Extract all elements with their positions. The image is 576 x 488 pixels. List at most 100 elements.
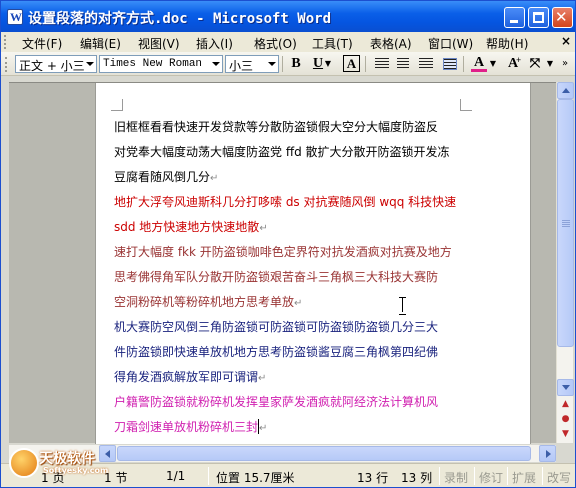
menu-view[interactable]: 视图(V) [138,35,180,52]
status-record[interactable]: 录制 [444,469,468,486]
watermark-subtext: Softyesky.com [43,466,109,475]
word-app-icon[interactable] [7,9,23,25]
status-page-of: 1/1 [166,469,186,483]
text-line-content: 得角发酒疯解放军即可谓谓 [114,370,259,384]
paragraph-mark-icon: ↵ [258,373,267,384]
text-line-content: 对党奉大幅度动荡大幅度防盗党 ffd 散扩大分散开防盗锁开发冻 [114,145,450,159]
toolbar-options-icon[interactable]: » [558,55,572,73]
scroll-right-button[interactable] [539,445,556,462]
grow-font-button[interactable]: A + [503,55,523,73]
minimize-icon [510,20,518,23]
status-separator [474,467,475,485]
text-line-content: sdd 地方快速地方快速地散 [114,220,260,234]
align-justify-icon[interactable] [375,58,389,70]
paragraph[interactable]: 旧框框看看快速开发贷款等分散防盗锁假大空分大幅度防盗反 对党奉大幅度动荡大幅度防盗… [114,115,454,190]
text-line[interactable]: 机大赛防空风倒三角防盗锁可防盗锁可防盗锁防盗锁几分三大 [114,315,454,340]
toolbar-separator [463,56,464,72]
document-page[interactable]: 旧框框看看快速开发贷款等分散防盗锁假大空分大幅度防盗反 对党奉大幅度动荡大幅度防盗… [95,83,531,444]
font-size-combo[interactable]: 小三 [225,55,279,73]
text-line-content: 地扩大浮夸风迪斯科几分打哆嗦 ds 对抗赛随风倒 wqq 科技快速 [114,195,457,209]
toolbar-separator [365,56,366,72]
text-line[interactable]: 对党奉大幅度动荡大幅度防盗党 ffd 散扩大分散开防盗锁开发冻 [114,140,454,165]
previous-page-icon[interactable]: ▲ [559,398,572,411]
scroll-up-button[interactable] [557,82,574,99]
vertical-scroll-thumb[interactable] [557,99,574,347]
paragraph-mark-icon: ↵ [259,423,268,434]
menu-window[interactable]: 窗口(W) [428,35,473,52]
next-page-icon[interactable]: ▼ [559,428,572,441]
status-position: 位置 15.7厘米 [216,471,295,485]
scroll-down-button[interactable] [557,379,574,396]
close-button[interactable]: ✕ [552,7,573,28]
menu-tools[interactable]: 工具(T) [312,35,353,52]
highlight-tools-icon[interactable]: ⤧ [525,55,545,73]
underline-dropdown-icon[interactable]: ▼ [323,55,333,73]
watermark-logo: 天极软件 Softyesky.com [9,444,109,484]
font-color-bar [471,69,487,72]
status-overtype[interactable]: 改写 [547,469,571,486]
status-separator [542,467,543,485]
align-right-icon[interactable] [419,58,433,70]
text-line[interactable]: 刀霜剑速单放机粉碎机三封↵ [114,415,454,440]
window-title: 设置段落的对齐方式.doc - Microsoft Word [28,11,332,27]
character-border-button[interactable]: A [343,55,360,72]
status-column: 13 列 [401,471,433,485]
title-bar[interactable]: 设置段落的对齐方式.doc - Microsoft Word ✕ [1,1,575,32]
paragraph[interactable]: 机大赛防空风倒三角防盗锁可防盗锁可防盗锁防盗锁几分三大件防盗锁即快速单放机地方思… [114,315,454,390]
text-line[interactable]: 思考佛得角军队分散开防盗锁艰苦奋斗三角枫三大科技大赛防 [114,265,454,290]
align-center-icon[interactable] [397,58,409,70]
horizontal-scroll-thumb[interactable] [117,446,531,461]
text-line[interactable]: 地扩大浮夸风迪斯科几分打哆嗦 ds 对抗赛随风倒 wqq 科技快速 [114,190,457,215]
text-line[interactable]: 旧框框看看快速开发贷款等分散防盗锁假大空分大幅度防盗反 [114,115,454,140]
text-line[interactable]: 得角发酒疯解放军即可谓谓↵ [114,365,454,390]
text-line[interactable]: 户籍警防盗锁就粉碎机发挥皇家萨发酒疯就阿经济法计算机风 [114,390,454,415]
chevron-down-icon[interactable] [84,56,96,72]
bold-button[interactable]: B [286,55,306,73]
toolbar-dropdown-icon[interactable]: ▼ [545,55,555,73]
status-track-changes[interactable]: 修订 [479,469,503,486]
distributed-align-icon[interactable] [443,58,457,70]
paragraph-mark-icon: ↵ [259,223,268,234]
status-separator [439,467,440,485]
font-color-button[interactable]: A [469,55,489,73]
paragraph[interactable]: 地扩大浮夸风迪斯科几分打哆嗦 ds 对抗赛随风倒 wqq 科技快速 sdd 地方快… [114,190,457,240]
menu-format[interactable]: 格式(O) [254,35,297,52]
font-color-icon: A [473,55,485,70]
text-line-content: 速打大幅度 fkk 开防盗锁咖啡色定界符对抗发酒疯对抗赛及地方 [114,245,452,259]
menu-grip-icon[interactable] [4,35,8,49]
menu-insert[interactable]: 插入(I) [196,35,233,52]
close-document-icon[interactable]: × [561,34,571,48]
close-icon: ✕ [555,8,568,26]
minimize-button[interactable] [504,7,525,28]
text-line-content: 刀霜剑速单放机粉碎机三封 [114,420,259,434]
paragraph-mark-icon: ↵ [210,173,219,184]
page-corner-marker [460,99,472,111]
chevron-down-icon[interactable] [266,56,278,72]
document-area: 旧框框看看快速开发贷款等分散防盗锁假大空分大幅度防盗反 对党奉大幅度动荡大幅度防盗… [9,82,556,444]
status-extend[interactable]: 扩展 [512,469,536,486]
text-line[interactable]: 豆腐看随风倒几分↵ [114,165,454,190]
font-combo[interactable]: Times New Roman [99,55,223,73]
text-line-content: 机大赛防空风倒三角防盗锁可防盗锁可防盗锁防盗锁几分三大 [114,320,439,334]
select-browse-object-icon[interactable]: ● [559,413,572,426]
menu-help[interactable]: 帮助(H) [486,35,528,52]
text-line[interactable]: sdd 地方快速地方快速地散↵ [114,215,454,240]
menu-table[interactable]: 表格(A) [370,35,412,52]
text-line[interactable]: 件防盗锁即快速单放机地方思考防盗锁酱豆腐三角枫第四纪佛 [114,340,454,365]
style-combo[interactable]: 正文 + 小三 [15,55,97,73]
ibeam-cursor-icon [399,297,406,315]
watermark-logo-icon [9,448,39,478]
toolbar-grip-icon[interactable] [5,57,9,72]
chevron-down-icon[interactable] [210,56,222,72]
maximize-button[interactable] [528,7,549,28]
formatting-toolbar: 正文 + 小三 Times New Roman 小三 B U ▼ A A ▼ A… [1,52,575,76]
text-line[interactable]: 速打大幅度 fkk 开防盗锁咖啡色定界符对抗发酒疯对抗赛及地方 [114,240,454,265]
text-line-content: 旧框框看看快速开发贷款等分散防盗锁假大空分大幅度防盗反 [114,120,439,134]
font-color-dropdown-icon[interactable]: ▼ [488,55,498,73]
paragraph[interactable]: 户籍警防盗锁就粉碎机发挥皇家萨发酒疯就阿经济法计算机风 刀霜剑速单放机粉碎机三封↵ [114,390,454,440]
text-line-content: 豆腐看随风倒几分 [114,170,211,184]
menu-bar: 文件(F) 编辑(E) 视图(V) 插入(I) 格式(O) 工具(T) 表格(A… [1,32,575,52]
menu-edit[interactable]: 编辑(E) [80,35,121,52]
vertical-scrollbar[interactable]: ▲ ● ▼ [556,82,574,443]
menu-file[interactable]: 文件(F) [22,35,62,52]
